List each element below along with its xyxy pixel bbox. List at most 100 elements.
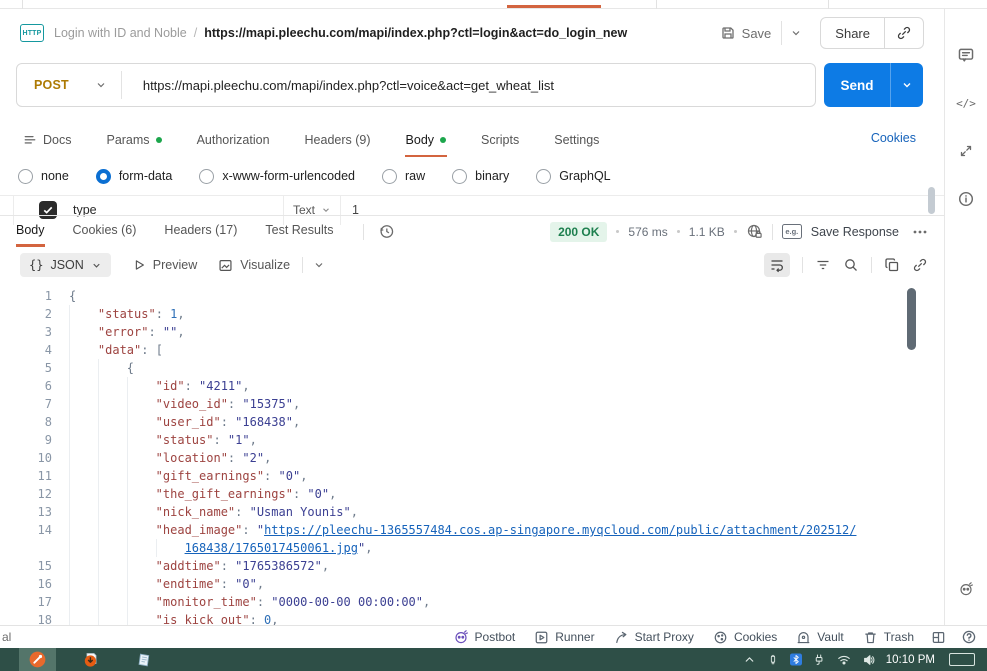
response-format-select[interactable]: {} JSON <box>20 253 111 277</box>
vault-button[interactable]: Vault <box>796 630 843 645</box>
taskbar-app-downloader[interactable] <box>72 648 109 671</box>
body-type-raw[interactable]: raw <box>382 169 425 184</box>
response-tab-test-results[interactable]: Test Results <box>265 216 333 247</box>
copy-link-button[interactable] <box>885 25 923 41</box>
request-tab-strip[interactable] <box>0 0 987 9</box>
tab-label: Docs <box>43 133 71 147</box>
item-label: Trash <box>884 630 914 644</box>
code-line: 18"is_kick_out": 0, <box>0 611 944 625</box>
copy-icon[interactable] <box>884 257 900 273</box>
wifi-icon[interactable] <box>837 653 851 667</box>
code-line: 14"head_image": "https://pleechu-1365557… <box>0 521 944 539</box>
response-tab-body[interactable]: Body <box>16 216 45 247</box>
radio-icon <box>382 169 397 184</box>
body-type-graphql[interactable]: GraphQL <box>536 169 610 184</box>
share-button[interactable]: Share <box>821 26 884 41</box>
tab-authorization[interactable]: Authorization <box>196 124 271 157</box>
tab-params[interactable]: Params <box>105 124 162 157</box>
body-type-x-www-form-urlencoded[interactable]: x-www-form-urlencoded <box>199 169 355 184</box>
response-size[interactable]: 1.1 KB <box>689 225 725 239</box>
url-input[interactable]: https://mapi.pleechu.com/mapi/index.php?… <box>143 78 554 93</box>
visualize-label: Visualize <box>240 258 290 272</box>
link-icon[interactable] <box>912 257 928 273</box>
body-type-form-data[interactable]: form-data <box>96 169 173 184</box>
visualize-button[interactable]: Visualize <box>218 258 290 273</box>
response-code[interactable]: 1{2"status": 1,3"error": "",4"data": [5{… <box>0 283 944 625</box>
code-line: 11"gift_earnings": "0", <box>0 467 944 485</box>
code-line: 168438/1765017450061.jpg", <box>0 539 944 557</box>
tab-body[interactable]: Body <box>405 124 448 157</box>
code-icon[interactable]: </> <box>945 79 987 127</box>
power-icon[interactable] <box>813 653 826 666</box>
cookies-button[interactable]: Cookies <box>713 630 777 645</box>
preview-button[interactable]: Preview <box>132 258 197 272</box>
line-number: 17 <box>0 593 52 611</box>
chevron-down-icon <box>901 79 913 91</box>
trash-button[interactable]: Trash <box>863 630 914 645</box>
wrap-lines-button[interactable] <box>764 253 790 277</box>
tab-headers-9-[interactable]: Headers (9) <box>304 124 372 157</box>
proxy-icon <box>614 630 629 645</box>
tab-label: Settings <box>554 133 599 147</box>
taskbar-app-notepad[interactable] <box>125 648 162 671</box>
share-group: Share <box>820 17 924 49</box>
status-badge[interactable]: 200 OK <box>550 222 607 242</box>
help-icon[interactable] <box>961 629 977 645</box>
viewer-options-button[interactable] <box>313 259 325 271</box>
runner-button[interactable]: Runner <box>534 630 594 645</box>
green-dot-icon <box>440 137 446 143</box>
usb-icon[interactable] <box>767 654 779 666</box>
request-title[interactable]: https://mapi.pleechu.com/mapi/index.php?… <box>204 26 627 40</box>
history-icon[interactable] <box>378 223 395 240</box>
start-proxy-button[interactable]: Start Proxy <box>614 630 694 645</box>
taskbar-clock[interactable]: 10:10 PM <box>886 654 935 666</box>
line-number: 18 <box>0 611 52 625</box>
response-scrollbar[interactable] <box>907 288 916 350</box>
code-line: 3"error": "", <box>0 323 944 341</box>
postbot-icon[interactable] <box>945 565 987 613</box>
tab-settings[interactable]: Settings <box>553 124 600 157</box>
save-options-button[interactable] <box>781 21 806 45</box>
body-type-none[interactable]: none <box>18 169 69 184</box>
filter-icon[interactable] <box>815 257 831 273</box>
tab-docs[interactable]: Docs <box>22 124 72 157</box>
send-options-button[interactable] <box>890 63 923 107</box>
save-button[interactable]: Save <box>716 19 782 47</box>
arrows-icon[interactable] <box>945 127 987 175</box>
line-number: 8 <box>0 413 52 431</box>
response-tab-headers-17-[interactable]: Headers (17) <box>164 216 237 247</box>
response-time[interactable]: 576 ms <box>628 225 667 239</box>
response-tab-cookies-6-[interactable]: Cookies (6) <box>73 216 137 247</box>
request-scrollbar[interactable] <box>928 187 935 214</box>
braces-icon: {} <box>29 258 43 272</box>
send-button[interactable]: Send <box>824 63 890 107</box>
tab-label: Params <box>106 133 149 147</box>
notification-rect-icon[interactable] <box>949 653 975 666</box>
tab-scripts[interactable]: Scripts <box>480 124 520 157</box>
postbot-button[interactable]: Postbot <box>453 629 516 645</box>
code-line: 6"id": "4211", <box>0 377 944 395</box>
volume-icon[interactable] <box>862 653 876 667</box>
floppy-icon <box>720 25 736 41</box>
cookies-link[interactable]: Cookies <box>871 131 916 145</box>
runner-icon <box>534 630 549 645</box>
body-type-binary[interactable]: binary <box>452 169 509 184</box>
response-url-link[interactable]: 168438/1765017450061.jpg <box>185 541 358 555</box>
search-icon[interactable] <box>843 257 859 273</box>
breadcrumb-collection[interactable]: Login with ID and Noble <box>54 26 187 40</box>
save-response-button[interactable]: Save Response <box>811 225 899 239</box>
response-url-link[interactable]: https://pleechu-1365557484.cos.ap-singap… <box>264 523 856 537</box>
chevron-up-icon[interactable] <box>743 653 756 666</box>
bluetooth-icon[interactable] <box>790 653 802 666</box>
more-options-icon[interactable] <box>912 224 928 240</box>
grid-icon[interactable] <box>931 630 946 645</box>
downloader-icon <box>83 652 99 668</box>
network-globe-icon[interactable] <box>746 223 763 240</box>
taskbar-app-postman[interactable] <box>19 648 56 671</box>
divider <box>772 224 773 240</box>
comment-icon[interactable] <box>945 31 987 79</box>
method-select[interactable]: POST <box>17 78 121 92</box>
line-number: 4 <box>0 341 52 359</box>
line-number: 16 <box>0 575 52 593</box>
info-icon[interactable] <box>945 175 987 223</box>
